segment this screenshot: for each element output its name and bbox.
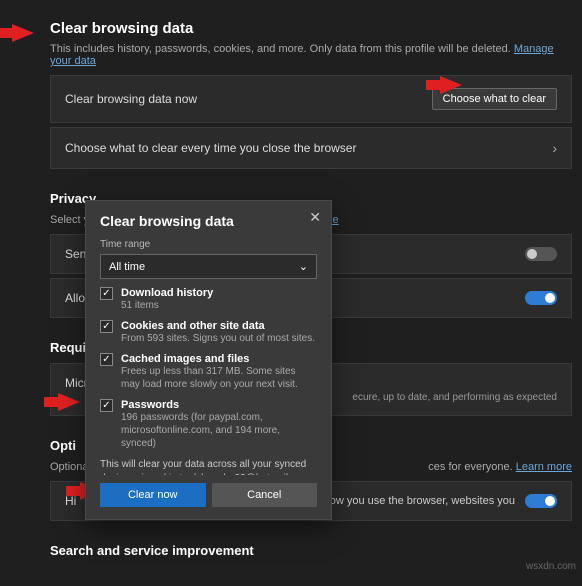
- page-title: Clear browsing data: [50, 20, 572, 37]
- send-toggle[interactable]: [525, 247, 557, 261]
- checkbox-title: Cookies and other site data: [121, 320, 315, 332]
- checkbox-title: Cached images and files: [121, 353, 317, 365]
- clear-now-button[interactable]: Clear now: [100, 483, 206, 507]
- diag-toggle[interactable]: [525, 494, 557, 508]
- checkbox-subtitle: From 593 sites. Signs you out of most si…: [121, 332, 315, 345]
- watermark: wsxdn.com: [526, 561, 576, 572]
- checkbox[interactable]: [100, 353, 113, 366]
- checkbox-item: Cookies and other site dataFrom 593 site…: [100, 320, 317, 345]
- sync-warning: This will clear your data across all you…: [100, 458, 317, 475]
- dialog-title: Clear browsing data: [100, 213, 317, 229]
- close-icon[interactable]: ✕: [309, 209, 321, 226]
- clear-now-label: Clear browsing data now: [65, 92, 197, 106]
- checkbox-item: Download history51 items: [100, 287, 317, 312]
- annotation-arrow: [440, 76, 462, 94]
- checkbox-title: Passwords: [121, 399, 317, 411]
- clear-now-row: Clear browsing data now Choose what to c…: [50, 75, 572, 123]
- page-desc: This includes history, passwords, cookie…: [50, 43, 572, 67]
- search-heading: Search and service improvement: [50, 543, 572, 558]
- chevron-right-icon: ›: [552, 140, 557, 156]
- checkbox-subtitle: Frees up less than 317 MB. Some sites ma…: [121, 365, 317, 391]
- allow-toggle[interactable]: [525, 291, 557, 305]
- checkbox-item: Passwords196 passwords (for paypal.com, …: [100, 399, 317, 450]
- cancel-button[interactable]: Cancel: [212, 483, 318, 507]
- clear-on-close-row[interactable]: Choose what to clear every time you clos…: [50, 127, 572, 169]
- checkbox-item: Cached images and filesFrees up less tha…: [100, 353, 317, 391]
- checkbox-subtitle: 196 passwords (for paypal.com, microsoft…: [121, 411, 317, 450]
- optional-learn-link[interactable]: Learn more: [516, 461, 572, 473]
- annotation-arrow: [58, 393, 80, 411]
- time-range-label: Time range: [100, 239, 317, 250]
- annotation-arrow: [12, 24, 34, 42]
- checkbox[interactable]: [100, 320, 113, 333]
- checkbox-subtitle: 51 items: [121, 299, 213, 312]
- clear-on-close-label: Choose what to clear every time you clos…: [65, 141, 356, 155]
- checkbox[interactable]: [100, 399, 113, 412]
- chevron-down-icon: ⌄: [299, 260, 308, 273]
- clear-data-dialog: Clear browsing data ✕ Time range All tim…: [85, 200, 332, 520]
- checkbox-title: Download history: [121, 287, 213, 299]
- checkbox[interactable]: [100, 287, 113, 300]
- time-range-select[interactable]: All time ⌄: [100, 254, 317, 279]
